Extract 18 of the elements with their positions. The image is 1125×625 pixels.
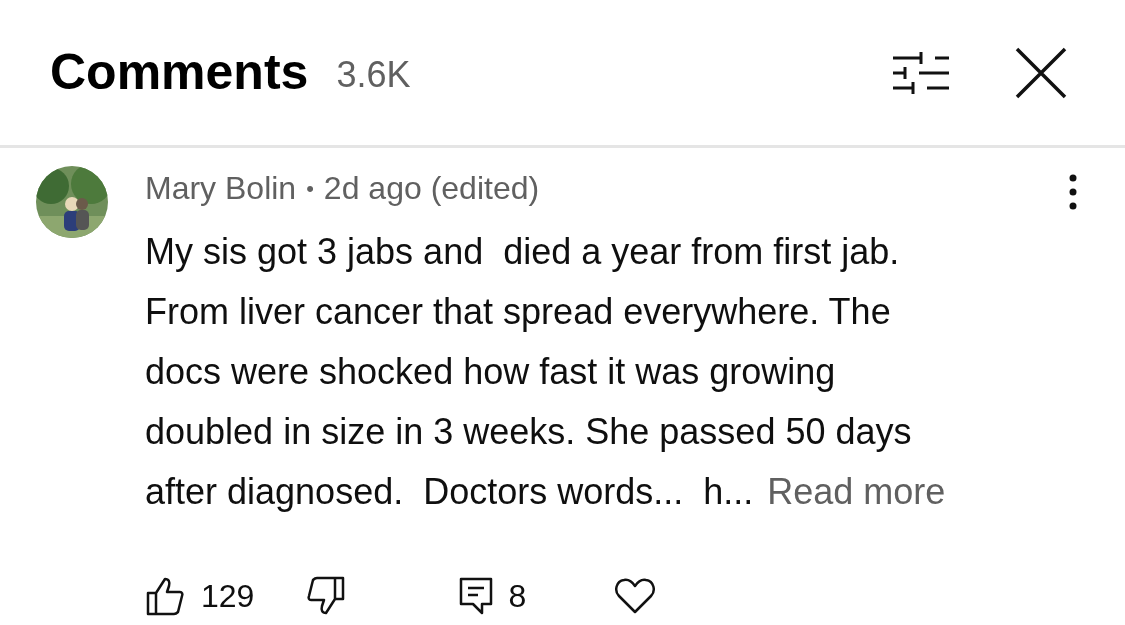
- like-count: 129: [201, 577, 255, 616]
- comment-time: 2d ago (edited): [323, 169, 540, 208]
- like-icon[interactable]: [145, 576, 185, 616]
- comment-text: doubled in size in 3 weeks. She passed 50 days: [145, 410, 913, 454]
- author-name[interactable]: Mary Bolin: [145, 164, 297, 212]
- panel-title: Comments: [50, 43, 309, 102]
- separator-dot: •: [306, 174, 314, 203]
- read-more-link[interactable]: Read more: [767, 462, 946, 522]
- comment-text: after diagnosed. Doctors words... h...: [145, 470, 754, 514]
- comment-text: docs were shocked how fast it was growing: [145, 350, 837, 394]
- more-icon[interactable]: [1067, 172, 1079, 212]
- comment-text: From liver cancer that spread everywhere. The: [145, 290, 892, 334]
- reply-icon[interactable]: [458, 576, 495, 616]
- reply-count: 8: [508, 577, 527, 616]
- heart-icon[interactable]: [614, 577, 657, 615]
- comment-text: My sis got 3 jabs and died a year from first jab.: [145, 230, 901, 274]
- comment-count: 3.6K: [336, 52, 411, 97]
- dislike-icon[interactable]: [306, 576, 347, 616]
